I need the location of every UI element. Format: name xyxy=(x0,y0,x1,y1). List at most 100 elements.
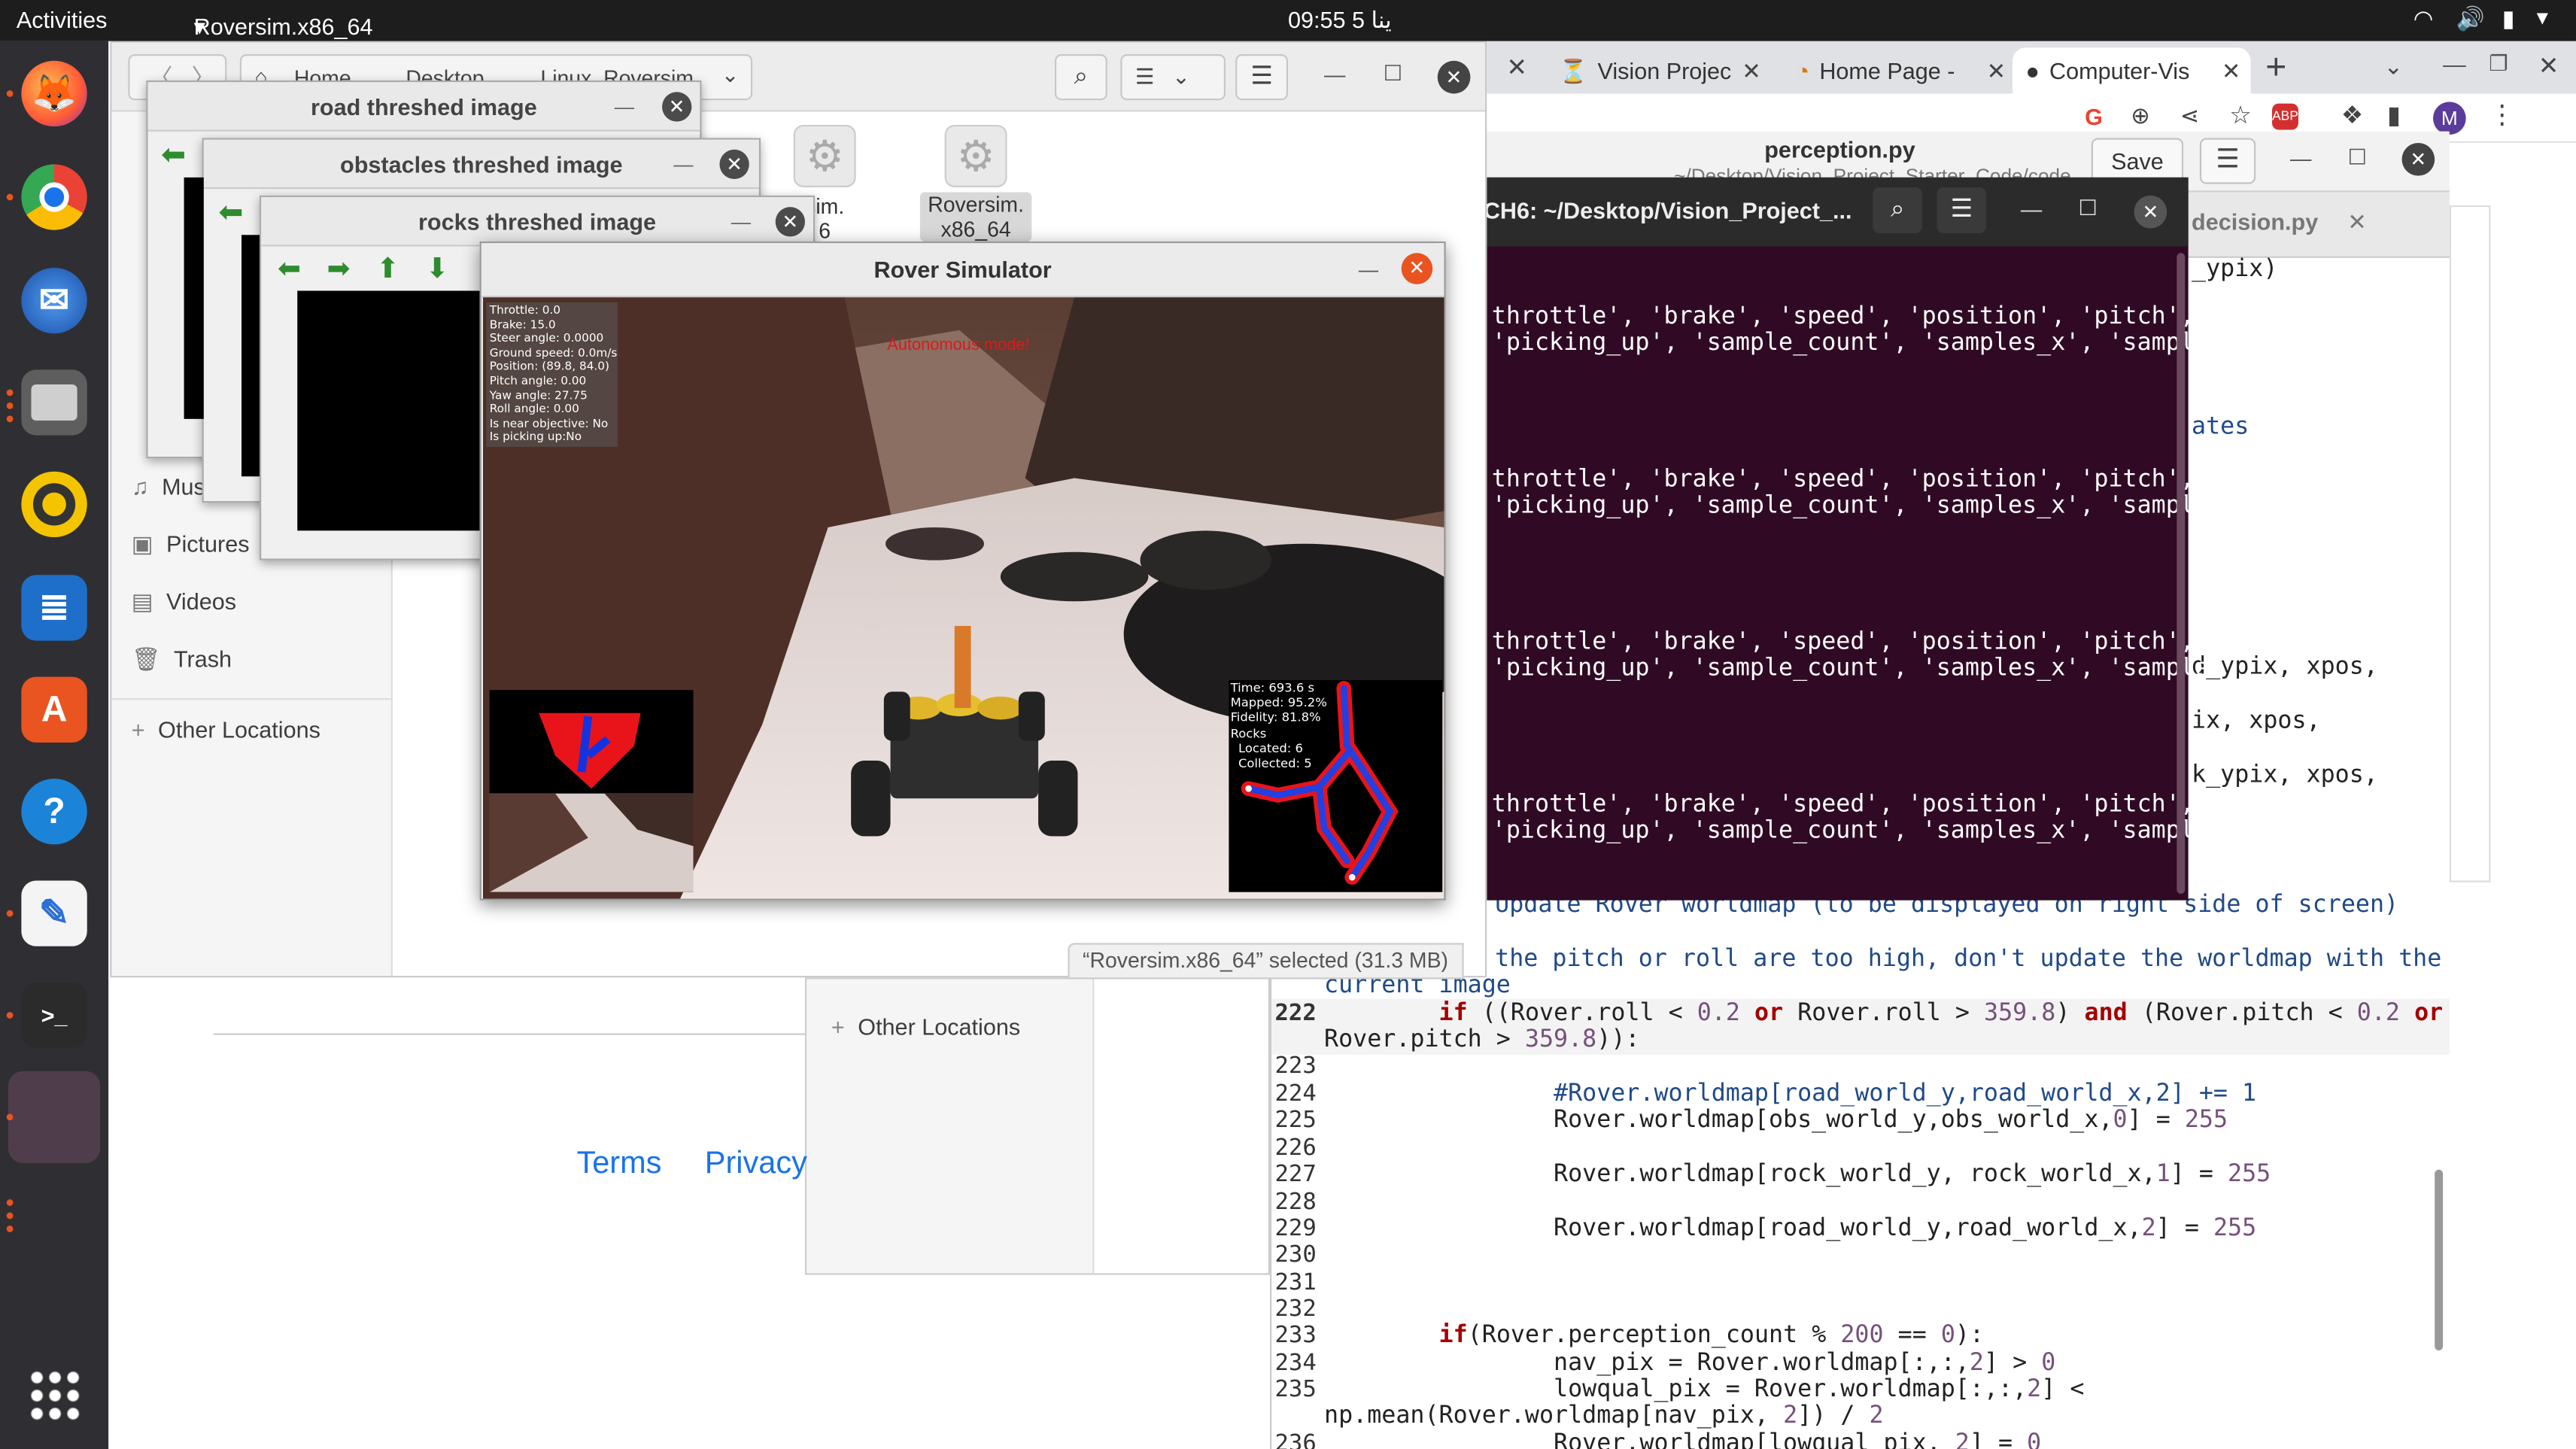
view-list-button[interactable]: ☰ ⌄ xyxy=(1120,54,1226,101)
text-editor-icon[interactable]: ✎ xyxy=(21,880,87,946)
share-icon[interactable]: ⋖ xyxy=(2180,102,2200,129)
privacy-link[interactable]: Privacy xyxy=(705,1147,807,1183)
terms-link[interactable]: Terms xyxy=(576,1147,661,1183)
scrollbar[interactable] xyxy=(2177,253,2186,894)
close-button[interactable]: ✕ xyxy=(1437,60,1471,94)
extension-icon[interactable]: ❖ xyxy=(2341,100,2363,129)
chevron-down-icon[interactable]: ▾ xyxy=(2537,3,2548,31)
terminal-icon[interactable]: >_ xyxy=(21,982,87,1049)
help-icon[interactable]: ? xyxy=(21,779,87,845)
menu-icon[interactable]: ☰ xyxy=(1235,54,1288,101)
menu-icon[interactable]: ☰ xyxy=(2199,138,2256,184)
close-button[interactable]: ✕ xyxy=(2538,51,2559,80)
maximize-button[interactable]: ☐ xyxy=(2078,196,2097,222)
arrow-left-icon[interactable]: ⬅ xyxy=(278,253,301,286)
close-button[interactable]: ✕ xyxy=(775,207,805,237)
menu-icon[interactable]: ⋮ xyxy=(2489,99,2515,132)
writer-icon[interactable]: ≣ xyxy=(21,575,87,641)
google-icon[interactable]: G xyxy=(2085,104,2103,130)
minimize-button[interactable]: — xyxy=(731,211,751,234)
tab-decision-py[interactable]: decision.py ✕ xyxy=(2192,208,2367,236)
firefox-icon[interactable]: 🦊 xyxy=(21,60,87,127)
minimize-button[interactable]: — xyxy=(673,153,693,176)
sidebar-item-pictures[interactable]: ▣ Pictures xyxy=(132,530,250,558)
minimize-button[interactable]: — xyxy=(2290,146,2311,171)
chevron-down-icon[interactable]: ⌄ xyxy=(721,62,740,89)
avatar[interactable]: M xyxy=(2433,102,2466,135)
close-icon[interactable]: ✕ xyxy=(1506,53,1526,82)
minimize-button[interactable]: — xyxy=(1359,258,1378,281)
running-indicator xyxy=(6,1226,14,1232)
rhythmbox-icon[interactable] xyxy=(21,471,87,538)
tab-vision-project[interactable]: ⏳ Vision Projec ✕ xyxy=(1546,47,1768,93)
rover-scene-viewport[interactable]: Throttle: 0.0 Brake: 15.0 Steer angle: 0… xyxy=(482,297,1444,899)
running-indicator xyxy=(6,402,14,409)
file-item-roversim[interactable]: ⚙ Roversim. x86_64 xyxy=(919,124,1032,250)
tab-computer-vision[interactable]: ● Computer-Vis ✕ xyxy=(2012,47,2251,94)
wifi-icon[interactable]: ◠ xyxy=(2413,5,2434,33)
close-button[interactable]: ✕ xyxy=(1401,253,1433,284)
show-apps-icon[interactable] xyxy=(28,1368,80,1421)
arrow-right-icon[interactable]: ➡ xyxy=(327,253,351,286)
chevron-down-icon[interactable]: ⌄ xyxy=(2384,53,2404,80)
sidebar-item-other-locations[interactable]: + Other Locations xyxy=(831,1013,1020,1040)
code-line: Rover.pitch > 359.8)): xyxy=(1324,1026,1640,1053)
close-icon[interactable]: ✕ xyxy=(1987,56,2006,84)
thunderbird-icon[interactable]: ✉ xyxy=(21,267,87,334)
tab-home-page[interactable]: ◔ Home Page - ✕ xyxy=(1782,47,2012,93)
line-number: 230 xyxy=(1274,1241,1317,1268)
rover-wheel xyxy=(1038,761,1078,837)
dock-active-app[interactable] xyxy=(8,1071,101,1164)
line-number: 228 xyxy=(1274,1189,1317,1216)
browser-page-box xyxy=(2449,205,2491,882)
search-button[interactable]: ⌕ xyxy=(1873,187,1922,234)
maximize-button[interactable]: ☐ xyxy=(2347,144,2366,171)
star-icon[interactable]: ☆ xyxy=(2229,100,2251,129)
minimize-button[interactable]: — xyxy=(2443,51,2466,77)
home-tab-icon: ◔ xyxy=(1795,57,1810,84)
sidebar-item-trash[interactable]: 🗑 Trash xyxy=(132,646,232,673)
menu-icon[interactable]: ☰ xyxy=(1937,187,1987,234)
sidebar-item-other-locations[interactable]: + Other Locations xyxy=(132,716,320,743)
activities-button[interactable]: Activities xyxy=(17,7,108,33)
new-tab-button[interactable]: + xyxy=(2265,46,2286,89)
rock-marker xyxy=(1348,873,1356,881)
zoom-icon[interactable]: ⊕ xyxy=(2131,102,2150,129)
scrollbar[interactable] xyxy=(2435,1169,2444,1350)
chrome-icon[interactable] xyxy=(21,164,87,230)
adblock-icon[interactable]: ABP xyxy=(2272,103,2298,130)
arrow-up-icon[interactable]: ⬆ xyxy=(376,253,399,286)
arrow-down-icon[interactable]: ⬇ xyxy=(426,253,449,286)
close-button[interactable]: ✕ xyxy=(662,92,692,122)
close-icon[interactable]: ✕ xyxy=(2222,56,2241,84)
sidepanel-icon[interactable]: ▮ xyxy=(2387,100,2401,129)
code-line: Rover.worldmap[lowqual_pix, 2] = 0 xyxy=(1324,1430,2042,1449)
running-indicator xyxy=(6,415,14,423)
close-button[interactable]: ✕ xyxy=(2401,142,2435,176)
code-line: Rover.worldmap[rock_world_y, rock_world_… xyxy=(1324,1161,2271,1188)
sidebar-divider xyxy=(111,698,391,700)
close-button[interactable]: ✕ xyxy=(719,149,749,180)
files-sidebar-2: + Other Locations xyxy=(807,979,1095,1274)
search-button[interactable]: ⌕ xyxy=(1054,54,1107,101)
close-icon[interactable]: ✕ xyxy=(1742,56,1761,84)
files-icon[interactable] xyxy=(21,369,87,436)
rover-arm xyxy=(954,625,971,709)
maximize-button[interactable]: ☐ xyxy=(1384,61,1402,87)
clock[interactable]: 09:55 ﻳﻨﺎ 5 xyxy=(1288,7,1392,35)
sidebar-item-videos[interactable]: ▤ Videos xyxy=(132,588,236,616)
battery-icon[interactable]: ▮ xyxy=(2502,5,2515,33)
sidebar-item-music[interactable]: ♫ Mus xyxy=(132,473,205,500)
close-icon[interactable]: ✕ xyxy=(2347,208,2367,235)
software-icon[interactable]: A xyxy=(21,676,87,743)
boulder xyxy=(1000,551,1149,602)
minimize-button[interactable]: — xyxy=(615,96,634,119)
minimize-button[interactable]: — xyxy=(2021,197,2042,222)
maximize-button[interactable]: ❐ xyxy=(2489,51,2508,77)
arrow-left-icon[interactable]: ⬅ xyxy=(161,138,186,172)
volume-icon[interactable]: 🔊 xyxy=(2456,5,2485,33)
arrow-left-icon[interactable]: ⬅ xyxy=(218,196,243,230)
minimize-button[interactable]: — xyxy=(1324,62,1345,87)
terminal-line: 'picking_up', 'sample_count', 'samples_x… xyxy=(1491,493,2209,520)
close-button[interactable]: ✕ xyxy=(2134,195,2167,229)
